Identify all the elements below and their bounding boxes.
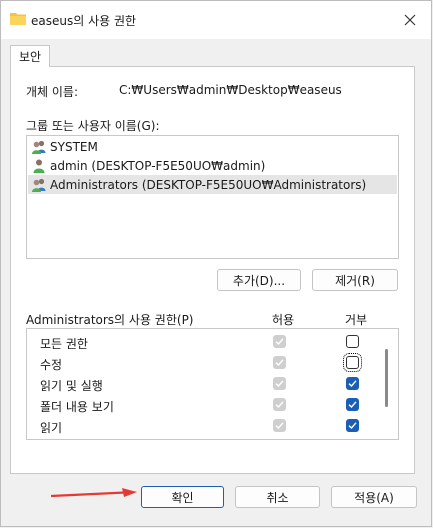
group-users-icon bbox=[32, 178, 46, 192]
window-title: easeus의 사용 권한 bbox=[31, 14, 137, 28]
security-panel: 개체 이름: C:₩Users₩admin₩Desktop₩easeus 그룹 … bbox=[10, 66, 415, 474]
title-bar: easeus의 사용 권한 bbox=[1, 1, 431, 39]
add-button[interactable]: 추가(D)... bbox=[217, 269, 301, 291]
deny-checkbox[interactable] bbox=[346, 377, 359, 390]
user-icon bbox=[33, 159, 45, 173]
list-item-label: admin (DESKTOP-F5E50UO₩admin) bbox=[50, 158, 266, 173]
allow-checkbox bbox=[273, 377, 286, 390]
perm-name: 수정 bbox=[40, 358, 63, 372]
object-name-label: 개체 이름: bbox=[26, 85, 79, 99]
list-item-administrators[interactable]: Administrators (DESKTOP-F5E50UO₩Administ… bbox=[28, 175, 397, 194]
perm-row-read: 읽기 bbox=[27, 416, 387, 436]
object-name-value: C:₩Users₩admin₩Desktop₩easeus bbox=[119, 83, 342, 97]
check-icon bbox=[348, 380, 357, 388]
list-item-label: Administrators (DESKTOP-F5E50UO₩Administ… bbox=[50, 177, 367, 192]
permissions-label: Administrators의 사용 권한(P) bbox=[26, 313, 194, 327]
list-item-label: SYSTEM bbox=[50, 139, 98, 154]
check-icon bbox=[275, 338, 284, 346]
folder-icon bbox=[10, 13, 26, 25]
user-list[interactable]: SYSTEM admin (DESKTOP-F5E50UO₩admin) Adm… bbox=[26, 135, 399, 259]
perm-row-read-execute: 읽기 및 실행 bbox=[27, 374, 387, 394]
close-icon bbox=[404, 14, 416, 26]
check-icon bbox=[275, 380, 284, 388]
apply-button[interactable]: 적용(A) bbox=[331, 486, 417, 508]
perm-name: 모든 권한 bbox=[40, 337, 88, 351]
tab-security[interactable]: 보안 bbox=[10, 45, 50, 67]
perm-row-modify: 수정 bbox=[27, 353, 387, 373]
ok-button[interactable]: 확인 bbox=[141, 486, 224, 508]
perm-name: 읽기 및 실행 bbox=[40, 379, 103, 393]
group-user-label: 그룹 또는 사용자 이름(G): bbox=[26, 119, 160, 133]
allow-checkbox bbox=[273, 398, 286, 411]
close-button[interactable] bbox=[399, 9, 421, 31]
allow-column-header: 허용 bbox=[272, 313, 295, 327]
check-icon bbox=[275, 401, 284, 409]
remove-button[interactable]: 제거(R) bbox=[312, 269, 398, 291]
permissions-header: Administrators의 사용 권한(P) 허용 거부 bbox=[26, 311, 399, 327]
perm-row-full-control: 모든 권한 bbox=[27, 332, 387, 352]
deny-checkbox[interactable] bbox=[346, 419, 359, 432]
permissions-list[interactable]: 모든 권한 수정 읽기 및 실행 폴더 내용 보기 읽기 bbox=[26, 328, 399, 440]
check-icon bbox=[275, 422, 284, 430]
check-icon bbox=[275, 359, 284, 367]
deny-checkbox[interactable] bbox=[346, 398, 359, 411]
deny-column-header: 거부 bbox=[345, 313, 368, 327]
perm-name: 폴더 내용 보기 bbox=[40, 400, 114, 414]
allow-checkbox bbox=[273, 335, 286, 348]
list-item-system[interactable]: SYSTEM bbox=[28, 137, 397, 156]
allow-checkbox bbox=[273, 356, 286, 369]
red-arrow-annotation bbox=[51, 488, 137, 498]
allow-checkbox bbox=[273, 419, 286, 432]
deny-checkbox[interactable] bbox=[346, 335, 359, 348]
group-users-icon bbox=[32, 140, 46, 154]
perm-name: 읽기 bbox=[40, 421, 63, 435]
list-item-admin[interactable]: admin (DESKTOP-F5E50UO₩admin) bbox=[28, 156, 397, 175]
check-icon bbox=[348, 401, 357, 409]
cancel-button[interactable]: 취소 bbox=[235, 486, 320, 508]
check-icon bbox=[348, 422, 357, 430]
permissions-dialog: easeus의 사용 권한 보안 개체 이름: C:₩Users₩admin₩D… bbox=[0, 0, 432, 527]
perm-row-list-folder: 폴더 내용 보기 bbox=[27, 395, 387, 415]
scrollbar-thumb[interactable] bbox=[385, 349, 388, 407]
deny-checkbox[interactable] bbox=[343, 353, 362, 372]
